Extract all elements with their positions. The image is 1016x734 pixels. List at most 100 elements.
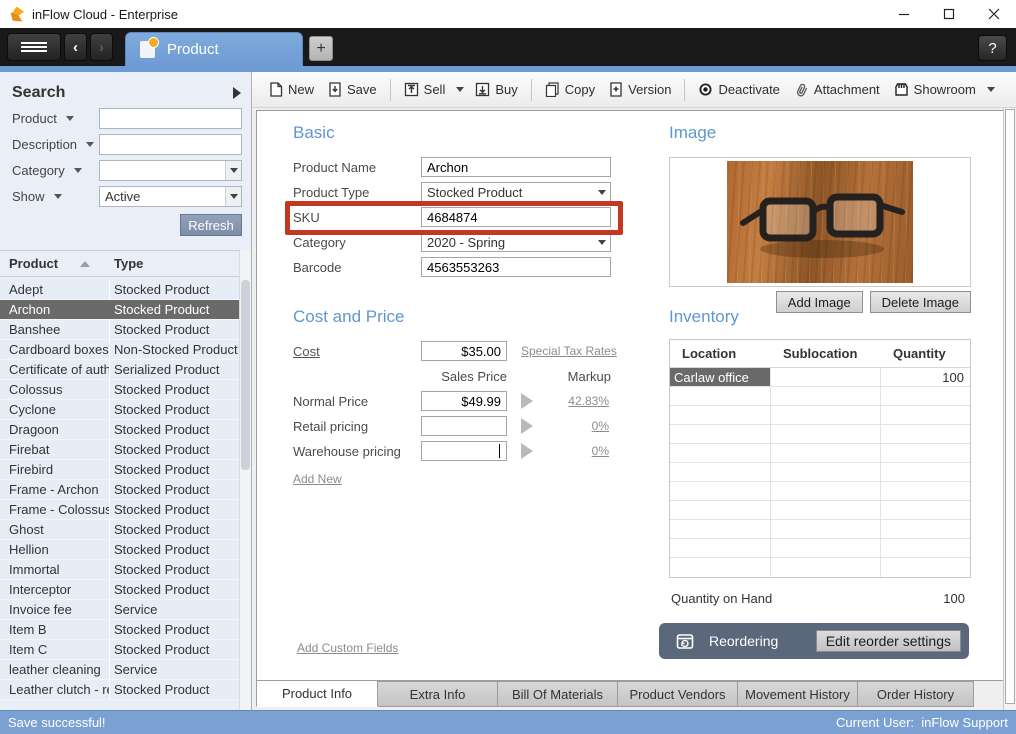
apply-price-arrow-icon[interactable]: [521, 443, 533, 459]
product-list-scrollbar[interactable]: [239, 250, 251, 710]
inventory-row[interactable]: [670, 425, 970, 444]
product-list-row[interactable]: Firebat Stocked Product: [0, 440, 240, 460]
product-list-row[interactable]: Cardboard boxes Non-Stocked Product: [0, 340, 240, 360]
product-list-row[interactable]: Item C Stocked Product: [0, 640, 240, 660]
scrollbar-thumb[interactable]: [241, 280, 250, 470]
field-operator-caret-icon[interactable]: [74, 168, 82, 173]
forward-button[interactable]: ›: [90, 33, 113, 61]
field-operator-caret-icon[interactable]: [66, 116, 74, 121]
add-custom-fields-link[interactable]: Add Custom Fields: [297, 641, 398, 655]
inventory-row[interactable]: [670, 501, 970, 520]
inventory-row[interactable]: [670, 444, 970, 463]
product-list-row[interactable]: Hellion Stocked Product: [0, 540, 240, 560]
inventory-row[interactable]: [670, 406, 970, 425]
cost-link[interactable]: Cost: [293, 344, 320, 359]
inventory-row[interactable]: [670, 463, 970, 482]
product-type-select[interactable]: Stocked Product: [421, 182, 611, 202]
product-list-row[interactable]: Adept Stocked Product: [0, 280, 240, 300]
add-new-price-link[interactable]: Add New: [293, 472, 342, 486]
buy-button[interactable]: Buy: [468, 78, 524, 101]
inventory-row[interactable]: [670, 539, 970, 558]
tab-product[interactable]: Product: [125, 32, 303, 66]
product-list-row[interactable]: Invoice fee Service: [0, 600, 240, 620]
dropdown-caret-icon[interactable]: [225, 187, 241, 206]
maximize-button[interactable]: [926, 0, 971, 28]
search-category-select[interactable]: [99, 160, 242, 181]
product-list-row[interactable]: Archon Stocked Product: [0, 300, 240, 320]
tab-product-info[interactable]: Product Info: [256, 680, 378, 707]
new-tab-button[interactable]: +: [309, 36, 333, 61]
product-list-row[interactable]: Ghost Stocked Product: [0, 520, 240, 540]
warehouse-markup-link[interactable]: 0%: [547, 444, 609, 458]
apply-price-arrow-icon[interactable]: [521, 418, 533, 434]
version-button[interactable]: Version: [602, 78, 678, 101]
product-list-row[interactable]: Firebird Stocked Product: [0, 460, 240, 480]
product-list-row[interactable]: Interceptor Stocked Product: [0, 580, 240, 600]
inventory-row[interactable]: [670, 387, 970, 406]
minimize-button[interactable]: [881, 0, 926, 28]
tab-bill-of-materials[interactable]: Bill Of Materials: [498, 681, 618, 707]
product-list-row[interactable]: Frame - Colossus Stocked Product: [0, 500, 240, 520]
inventory-row[interactable]: [670, 482, 970, 501]
product-list-row[interactable]: Leather clutch - red Stocked Product: [0, 680, 240, 700]
deactivate-button[interactable]: Deactivate: [691, 78, 786, 101]
quantity-cell: [881, 501, 970, 519]
inventory-row[interactable]: [670, 520, 970, 539]
normal-price-input[interactable]: [421, 391, 507, 411]
column-header-product[interactable]: Product: [0, 256, 110, 271]
field-operator-caret-icon[interactable]: [54, 194, 62, 199]
dropdown-caret-icon[interactable]: [594, 183, 610, 201]
barcode-input[interactable]: [421, 257, 611, 277]
product-list-row[interactable]: Frame - Archon Stocked Product: [0, 480, 240, 500]
dropdown-caret-icon[interactable]: [594, 233, 610, 251]
product-list-row[interactable]: Item B Stocked Product: [0, 620, 240, 640]
edit-reorder-settings-button[interactable]: Edit reorder settings: [816, 630, 961, 652]
field-operator-caret-icon[interactable]: [86, 142, 94, 147]
help-button[interactable]: ?: [978, 35, 1007, 61]
inventory-row[interactable]: Carlaw office 100: [670, 368, 970, 387]
back-button[interactable]: ‹: [64, 33, 87, 61]
new-button[interactable]: New: [262, 78, 321, 101]
special-tax-rates-link[interactable]: Special Tax Rates: [521, 344, 617, 358]
close-button[interactable]: [971, 0, 1016, 28]
copy-button[interactable]: Copy: [538, 78, 602, 101]
tab-order-history[interactable]: Order History: [858, 681, 974, 707]
category-select[interactable]: 2020 - Spring: [421, 232, 611, 252]
scrollbar-thumb[interactable]: [1005, 109, 1015, 704]
collapse-sidebar-icon[interactable]: [233, 87, 241, 99]
product-name-input[interactable]: [421, 157, 611, 177]
normal-markup-link[interactable]: 42.83%: [547, 394, 609, 408]
tab-movement-history[interactable]: Movement History: [738, 681, 858, 707]
retail-markup-link[interactable]: 0%: [547, 419, 609, 433]
product-list-row[interactable]: Dragoon Stocked Product: [0, 420, 240, 440]
warehouse-price-input[interactable]: [421, 441, 507, 461]
product-list-row[interactable]: Colossus Stocked Product: [0, 380, 240, 400]
cost-input[interactable]: [421, 341, 507, 361]
search-description-input[interactable]: [99, 134, 242, 155]
main-scrollbar[interactable]: [1003, 108, 1016, 710]
sell-dropdown-caret-icon[interactable]: [456, 87, 464, 92]
retail-price-input[interactable]: [421, 416, 507, 436]
search-product-input[interactable]: [99, 108, 242, 129]
main-menu-button[interactable]: [7, 33, 61, 61]
product-list-row[interactable]: Banshee Stocked Product: [0, 320, 240, 340]
showroom-dropdown-caret-icon[interactable]: [987, 87, 995, 92]
column-header-type[interactable]: Type: [110, 256, 143, 271]
search-show-select[interactable]: Active: [99, 186, 242, 207]
product-list-row[interactable]: Certificate of auth... Serialized Produc…: [0, 360, 240, 380]
product-list-row[interactable]: Cyclone Stocked Product: [0, 400, 240, 420]
save-button[interactable]: Save: [321, 78, 384, 101]
product-list-row[interactable]: leather cleaning Service: [0, 660, 240, 680]
refresh-button[interactable]: Refresh: [180, 214, 242, 236]
apply-price-arrow-icon[interactable]: [521, 393, 533, 409]
quantity-on-hand-label: Quantity on Hand: [671, 591, 772, 606]
sku-input[interactable]: [421, 207, 611, 227]
attachment-button[interactable]: Attachment: [787, 78, 887, 101]
inventory-row[interactable]: [670, 558, 970, 577]
tab-extra-info[interactable]: Extra Info: [378, 681, 498, 707]
showroom-button[interactable]: Showroom: [887, 78, 983, 101]
tab-product-vendors[interactable]: Product Vendors: [618, 681, 738, 707]
sell-button[interactable]: Sell: [397, 78, 453, 101]
product-list-row[interactable]: Immortal Stocked Product: [0, 560, 240, 580]
dropdown-caret-icon[interactable]: [225, 161, 241, 180]
